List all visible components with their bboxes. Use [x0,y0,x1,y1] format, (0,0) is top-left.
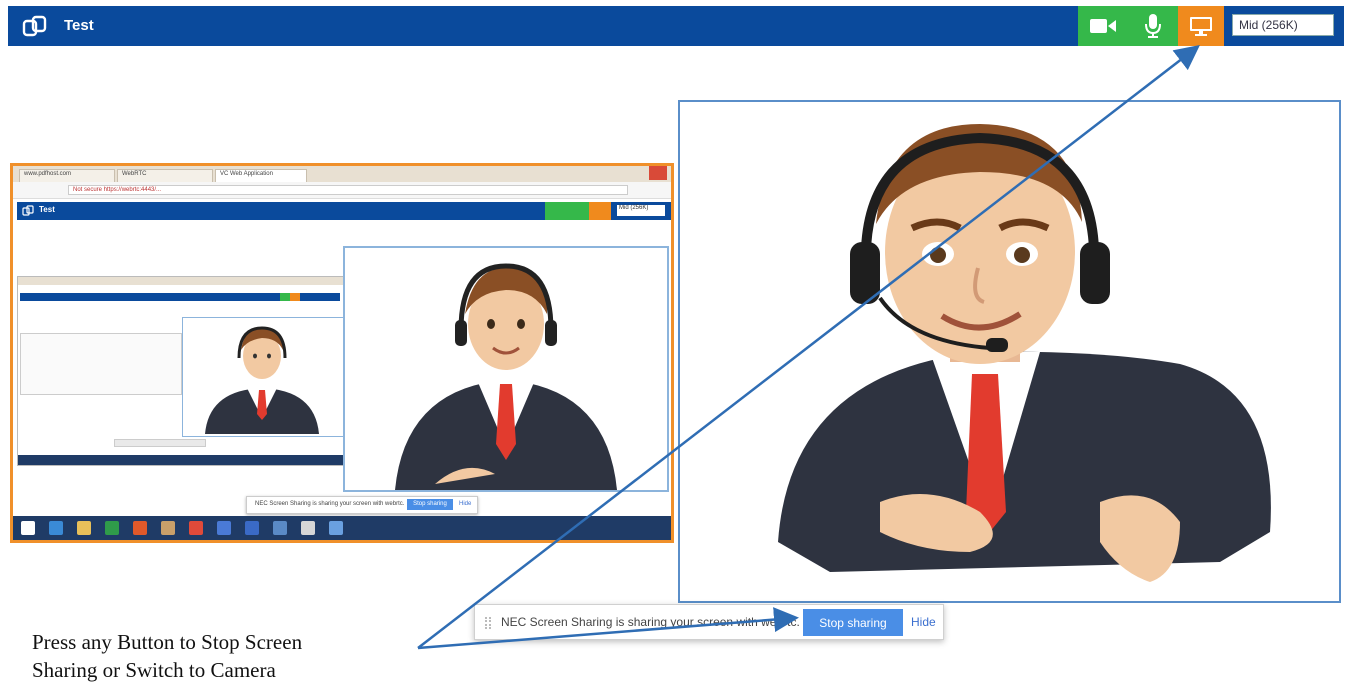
browser-tab[interactable]: VC Web Application [215,169,307,182]
share-notification-bar: NEC Screen Sharing is sharing your scree… [474,604,944,640]
app-icon[interactable] [217,521,231,535]
video-camera-icon [1090,19,1116,33]
app-logo-icon [22,15,47,37]
app-icon[interactable] [301,521,315,535]
microphone-button[interactable] [1128,6,1178,46]
mini-quality-select[interactable]: Mid (256K) [617,205,665,216]
nested-screen-preview [17,276,345,466]
caption-line-1: Press any Button to Stop Screen [32,630,303,654]
microphone-icon [1145,14,1161,38]
agent-avatar-small [205,326,319,434]
url-field[interactable]: Not secure https://webrtc:4443/... [68,185,628,195]
mini-mic-button[interactable] [567,202,589,220]
window-close-icon[interactable] [649,166,667,180]
screen-share-icon [1190,17,1212,36]
quality-select[interactable]: Mid (256K) [1232,14,1334,36]
drag-handle-icon[interactable] [485,617,491,629]
firefox-icon[interactable] [133,521,147,535]
agent-avatar-mini [395,263,617,490]
mini-camera-button[interactable] [545,202,567,220]
app-icon[interactable] [161,521,175,535]
hide-link[interactable]: Hide [911,615,936,629]
mini-hide-link[interactable]: Hide [459,501,471,507]
folder-icon[interactable] [77,521,91,535]
app-icon[interactable] [245,521,259,535]
stop-sharing-button[interactable]: Stop sharing [803,609,903,636]
mini-share-text: NEC Screen Sharing is sharing your scree… [255,501,405,507]
mini-video-frame [343,246,669,492]
chrome-icon[interactable] [189,521,203,535]
mini-app-title: Test [39,205,55,214]
mini-share-notification: NEC Screen Sharing is sharing your scree… [246,496,478,514]
app-icon[interactable] [273,521,287,535]
agent-avatar [778,124,1271,582]
shared-screen-preview: www.pdfhost.com WebRTC VC Web Applicatio… [10,163,674,543]
browser-address-bar: Not secure https://webrtc:4443/... [13,182,671,199]
browser-tab[interactable]: www.pdfhost.com [19,169,115,182]
app-header: Test Mid (256K) [8,6,1344,46]
windows-taskbar [13,516,671,540]
share-notification-text: NEC Screen Sharing is sharing your scree… [501,615,800,629]
ie-icon[interactable] [49,521,63,535]
browser-tab-strip: www.pdfhost.com WebRTC VC Web Applicatio… [13,166,671,182]
browser-tab[interactable]: WebRTC [117,169,213,182]
instruction-caption: Press any Button to Stop Screen Sharing … [32,628,432,684]
screen-share-button[interactable] [1178,6,1224,46]
mini-screen-button[interactable] [589,202,611,220]
video-frame [678,100,1341,603]
start-icon[interactable] [21,521,35,535]
app-title: Test [64,17,94,34]
mini-stop-sharing-button[interactable]: Stop sharing [407,499,453,510]
mini-app-header: Test Mid (256K) [17,202,671,220]
app-icon[interactable] [329,521,343,535]
store-icon[interactable] [105,521,119,535]
app-logo-icon [22,205,34,216]
caption-line-2: Sharing or Switch to Camera [32,658,276,682]
camera-button[interactable] [1078,6,1128,46]
